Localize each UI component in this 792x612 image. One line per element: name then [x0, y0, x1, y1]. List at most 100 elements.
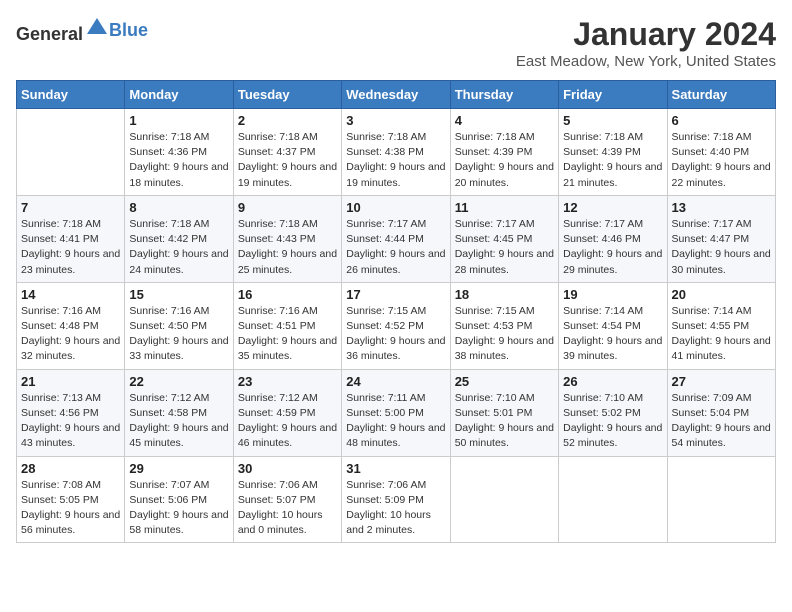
day-info: Sunrise: 7:17 AM Sunset: 4:46 PM Dayligh… — [563, 217, 662, 278]
calendar-cell: 2Sunrise: 7:18 AM Sunset: 4:37 PM Daylig… — [233, 109, 341, 196]
calendar-cell: 20Sunrise: 7:14 AM Sunset: 4:55 PM Dayli… — [667, 282, 775, 369]
day-number: 8 — [129, 200, 228, 215]
day-number: 6 — [672, 113, 771, 128]
calendar-cell: 13Sunrise: 7:17 AM Sunset: 4:47 PM Dayli… — [667, 195, 775, 282]
day-number: 7 — [21, 200, 120, 215]
day-info: Sunrise: 7:06 AM Sunset: 5:07 PM Dayligh… — [238, 478, 337, 539]
calendar-cell: 23 Sunrise: 7:12 AM Sunset: 4:59 PM Dayli… — [233, 369, 341, 456]
day-info: Sunrise: 7:18 AM Sunset: 4:40 PM Dayligh… — [672, 130, 771, 191]
calendar-cell: 22 Sunrise: 7:12 AM Sunset: 4:58 PM Dayli… — [125, 369, 233, 456]
day-info: Sunrise: 7:10 AM Sunset: 5:02 PM Dayligh… — [563, 391, 662, 452]
calendar-cell: 21 Sunrise: 7:13 AM Sunset: 4:56 PM Dayli… — [17, 369, 125, 456]
day-number: 23 — [238, 374, 337, 389]
calendar-header: SundayMondayTuesdayWednesdayThursdayFrid… — [17, 81, 776, 109]
calendar-cell: 12 Sunrise: 7:17 AM Sunset: 4:46 PM Dayli… — [559, 195, 667, 282]
logo-general: General — [16, 24, 83, 44]
calendar-cell: 3 Sunrise: 7:18 AM Sunset: 4:38 PM Daylig… — [342, 109, 450, 196]
weekday-header: Tuesday — [233, 81, 341, 109]
day-info: Sunrise: 7:08 AM Sunset: 5:05 PM Dayligh… — [21, 478, 120, 539]
calendar-week-row: 28 Sunrise: 7:08 AM Sunset: 5:05 PM Dayli… — [17, 456, 776, 543]
calendar-cell — [667, 456, 775, 543]
day-info: Sunrise: 7:18 AM Sunset: 4:43 PM Dayligh… — [238, 217, 337, 278]
day-number: 24 — [346, 374, 445, 389]
day-info: Sunrise: 7:17 AM Sunset: 4:44 PM Dayligh… — [346, 217, 445, 278]
day-number: 16 — [238, 287, 337, 302]
day-info: Sunrise: 7:17 AM Sunset: 4:45 PM Dayligh… — [455, 217, 554, 278]
calendar-cell: 14Sunrise: 7:16 AM Sunset: 4:48 PM Dayli… — [17, 282, 125, 369]
day-number: 11 — [455, 200, 554, 215]
day-info: Sunrise: 7:18 AM Sunset: 4:39 PM Dayligh… — [455, 130, 554, 191]
calendar-cell — [17, 109, 125, 196]
calendar-cell: 24 Sunrise: 7:11 AM Sunset: 5:00 PM Dayli… — [342, 369, 450, 456]
calendar-cell: 15Sunrise: 7:16 AM Sunset: 4:50 PM Dayli… — [125, 282, 233, 369]
logo-icon — [85, 16, 109, 40]
day-info: Sunrise: 7:18 AM Sunset: 4:38 PM Dayligh… — [346, 130, 445, 191]
day-number: 10 — [346, 200, 445, 215]
calendar-cell: 19Sunrise: 7:14 AM Sunset: 4:54 PM Dayli… — [559, 282, 667, 369]
calendar-week-row: 7 Sunrise: 7:18 AM Sunset: 4:41 PM Daylig… — [17, 195, 776, 282]
day-info: Sunrise: 7:18 AM Sunset: 4:39 PM Dayligh… — [563, 130, 662, 191]
day-number: 9 — [238, 200, 337, 215]
calendar-cell: 17 Sunrise: 7:15 AM Sunset: 4:52 PM Dayli… — [342, 282, 450, 369]
weekday-header: Saturday — [667, 81, 775, 109]
day-info: Sunrise: 7:10 AM Sunset: 5:01 PM Dayligh… — [455, 391, 554, 452]
day-info: Sunrise: 7:18 AM Sunset: 4:36 PM Dayligh… — [129, 130, 228, 191]
day-info: Sunrise: 7:16 AM Sunset: 4:50 PM Dayligh… — [129, 304, 228, 365]
calendar-week-row: 1 Sunrise: 7:18 AM Sunset: 4:36 PM Daylig… — [17, 109, 776, 196]
calendar-cell — [559, 456, 667, 543]
day-info: Sunrise: 7:13 AM Sunset: 4:56 PM Dayligh… — [21, 391, 120, 452]
day-number: 18 — [455, 287, 554, 302]
day-number: 29 — [129, 461, 228, 476]
day-info: Sunrise: 7:16 AM Sunset: 4:51 PM Dayligh… — [238, 304, 337, 365]
calendar-cell: 29 Sunrise: 7:07 AM Sunset: 5:06 PM Dayli… — [125, 456, 233, 543]
day-info: Sunrise: 7:06 AM Sunset: 5:09 PM Dayligh… — [346, 478, 445, 539]
day-number: 1 — [129, 113, 228, 128]
calendar-cell: 27Sunrise: 7:09 AM Sunset: 5:04 PM Dayli… — [667, 369, 775, 456]
day-info: Sunrise: 7:18 AM Sunset: 4:42 PM Dayligh… — [129, 217, 228, 278]
calendar-cell — [450, 456, 558, 543]
day-info: Sunrise: 7:16 AM Sunset: 4:48 PM Dayligh… — [21, 304, 120, 365]
day-number: 4 — [455, 113, 554, 128]
day-number: 5 — [563, 113, 662, 128]
day-number: 28 — [21, 461, 120, 476]
weekday-header: Thursday — [450, 81, 558, 109]
location-title: East Meadow, New York, United States — [516, 53, 776, 70]
weekday-header: Monday — [125, 81, 233, 109]
logo-blue: Blue — [109, 20, 148, 40]
day-info: Sunrise: 7:18 AM Sunset: 4:37 PM Dayligh… — [238, 130, 337, 191]
calendar-cell: 11 Sunrise: 7:17 AM Sunset: 4:45 PM Dayli… — [450, 195, 558, 282]
day-info: Sunrise: 7:15 AM Sunset: 4:52 PM Dayligh… — [346, 304, 445, 365]
day-number: 17 — [346, 287, 445, 302]
day-number: 26 — [563, 374, 662, 389]
calendar-cell: 4 Sunrise: 7:18 AM Sunset: 4:39 PM Daylig… — [450, 109, 558, 196]
title-section: January 2024 East Meadow, New York, Unit… — [516, 16, 776, 70]
calendar-cell: 28 Sunrise: 7:08 AM Sunset: 5:05 PM Dayli… — [17, 456, 125, 543]
day-number: 30 — [238, 461, 337, 476]
day-number: 22 — [129, 374, 228, 389]
weekday-header: Wednesday — [342, 81, 450, 109]
day-info: Sunrise: 7:17 AM Sunset: 4:47 PM Dayligh… — [672, 217, 771, 278]
logo: General Blue — [16, 16, 148, 45]
day-number: 21 — [21, 374, 120, 389]
calendar-cell: 10 Sunrise: 7:17 AM Sunset: 4:44 PM Dayli… — [342, 195, 450, 282]
calendar-cell: 31Sunrise: 7:06 AM Sunset: 5:09 PM Dayli… — [342, 456, 450, 543]
calendar-cell: 9 Sunrise: 7:18 AM Sunset: 4:43 PM Daylig… — [233, 195, 341, 282]
calendar-cell: 25Sunrise: 7:10 AM Sunset: 5:01 PM Dayli… — [450, 369, 558, 456]
calendar-cell: 8 Sunrise: 7:18 AM Sunset: 4:42 PM Daylig… — [125, 195, 233, 282]
page-header: General Blue January 2024 East Meadow, N… — [16, 16, 776, 70]
day-info: Sunrise: 7:14 AM Sunset: 4:54 PM Dayligh… — [563, 304, 662, 365]
day-info: Sunrise: 7:12 AM Sunset: 4:59 PM Dayligh… — [238, 391, 337, 452]
day-number: 27 — [672, 374, 771, 389]
calendar-cell: 1 Sunrise: 7:18 AM Sunset: 4:36 PM Daylig… — [125, 109, 233, 196]
day-info: Sunrise: 7:12 AM Sunset: 4:58 PM Dayligh… — [129, 391, 228, 452]
weekday-header-row: SundayMondayTuesdayWednesdayThursdayFrid… — [17, 81, 776, 109]
day-info: Sunrise: 7:07 AM Sunset: 5:06 PM Dayligh… — [129, 478, 228, 539]
calendar-cell: 30 Sunrise: 7:06 AM Sunset: 5:07 PM Dayli… — [233, 456, 341, 543]
day-info: Sunrise: 7:18 AM Sunset: 4:41 PM Dayligh… — [21, 217, 120, 278]
day-info: Sunrise: 7:11 AM Sunset: 5:00 PM Dayligh… — [346, 391, 445, 452]
weekday-header: Sunday — [17, 81, 125, 109]
day-number: 3 — [346, 113, 445, 128]
calendar-cell: 5 Sunrise: 7:18 AM Sunset: 4:39 PM Daylig… — [559, 109, 667, 196]
calendar-cell: 16 Sunrise: 7:16 AM Sunset: 4:51 PM Dayli… — [233, 282, 341, 369]
day-number: 12 — [563, 200, 662, 215]
